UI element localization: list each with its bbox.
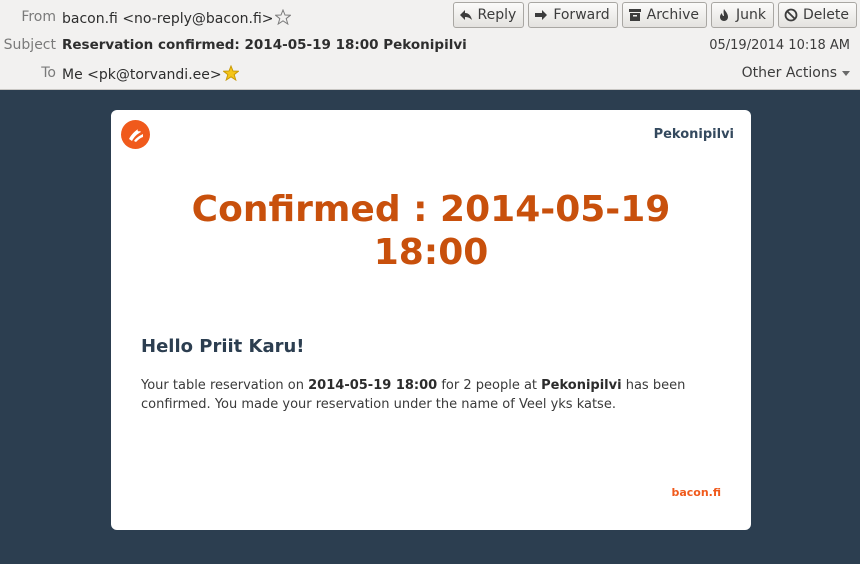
chevron-down-icon [842, 70, 850, 76]
message-date: 05/19/2014 10:18 AM [709, 38, 850, 53]
confirmation-headline: Confirmed : 2014-05-19 18:00 [191, 189, 671, 273]
message-toolbar: Reply Forward Archive Junk Delete [452, 2, 857, 28]
other-actions-label: Other Actions [741, 65, 837, 81]
message-header: From bacon.fi <no-reply@bacon.fi> Reply … [0, 0, 860, 90]
archive-icon [628, 9, 641, 21]
bacon-logo-icon [121, 120, 150, 149]
from-address[interactable]: bacon.fi <no-reply@bacon.fi> [62, 11, 274, 27]
reply-label: Reply [477, 7, 517, 23]
archive-button[interactable]: Archive [621, 2, 708, 28]
message-text: Your table reservation on [141, 378, 309, 393]
from-label: From [21, 9, 56, 25]
archive-label: Archive [646, 7, 700, 23]
to-label: To [41, 65, 56, 81]
delete-icon [784, 8, 798, 22]
forward-button[interactable]: Forward [528, 2, 618, 28]
reservation-datetime: 2014-05-19 18:00 [308, 378, 438, 393]
other-actions-menu[interactable]: Other Actions [742, 65, 850, 81]
reply-icon [459, 10, 472, 20]
delete-button[interactable]: Delete [778, 2, 857, 28]
to-value[interactable]: Me <pk@torvandi.ee> [62, 64, 240, 85]
star-filled-icon[interactable] [221, 64, 240, 85]
restaurant-name: Pekonipilvi [653, 127, 734, 142]
star-outline-icon[interactable] [273, 8, 292, 29]
from-value[interactable]: bacon.fi <no-reply@bacon.fi> [62, 8, 292, 29]
footer-brand-link[interactable]: bacon.fi [671, 486, 721, 499]
delete-label: Delete [803, 7, 849, 23]
subject-value: Reservation confirmed: 2014-05-19 18:00 … [62, 37, 467, 53]
junk-label: Junk [736, 7, 766, 23]
to-row: To Me <pk@torvandi.ee> [0, 64, 860, 85]
subject-label: Subject [3, 37, 56, 53]
flame-icon [720, 9, 729, 21]
message-text: for 2 people at [437, 378, 542, 393]
reply-button[interactable]: Reply [452, 2, 525, 28]
email-body-card: Pekonipilvi Confirmed : 2014-05-19 18:00… [111, 110, 751, 530]
reservation-place: Pekonipilvi [541, 378, 622, 393]
reservation-message: Your table reservation on 2014-05-19 18:… [141, 376, 721, 414]
forward-label: Forward [553, 7, 610, 23]
greeting: Hello Priit Karu! [141, 336, 305, 357]
junk-button[interactable]: Junk [711, 2, 774, 28]
to-address[interactable]: Me <pk@torvandi.ee> [62, 67, 222, 83]
forward-icon [535, 10, 548, 20]
